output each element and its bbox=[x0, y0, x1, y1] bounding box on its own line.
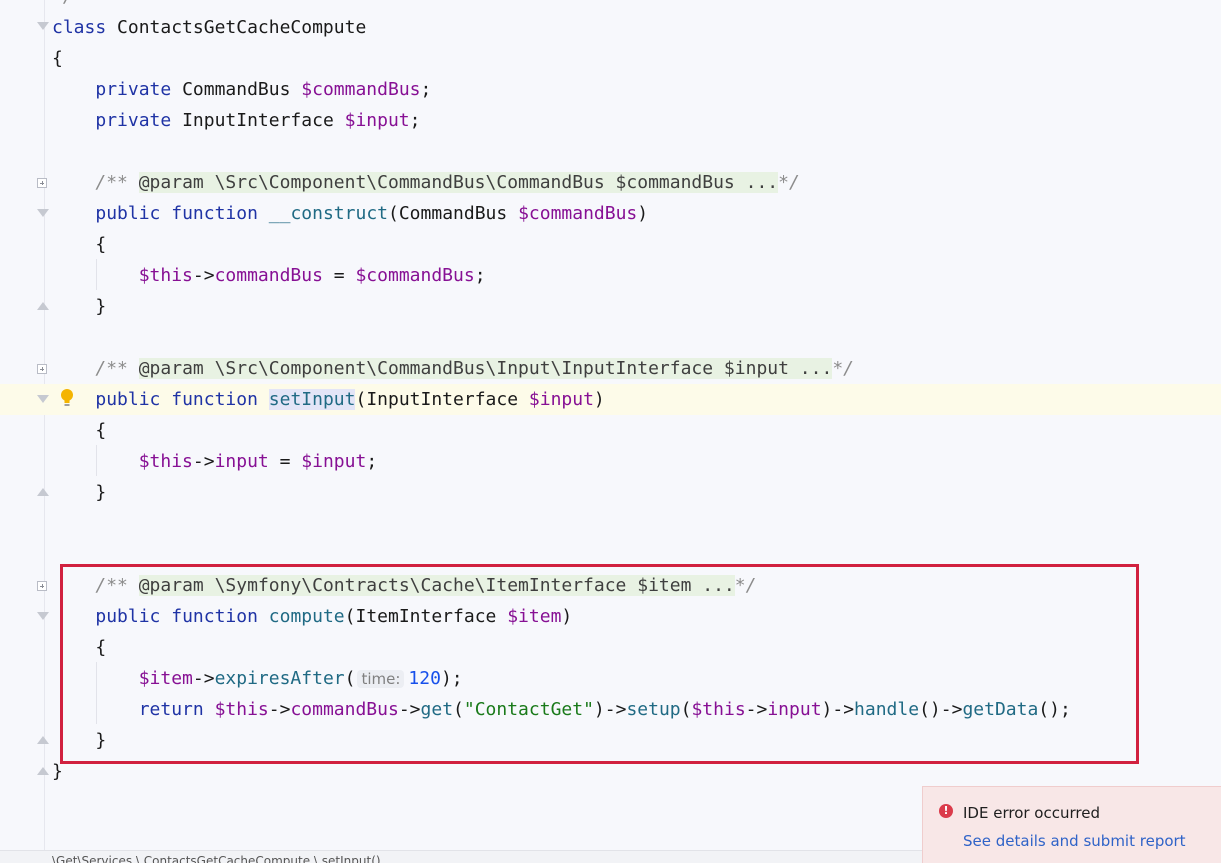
doc-close: */ bbox=[832, 358, 854, 379]
fold-class-icon[interactable] bbox=[37, 22, 49, 30]
code-line[interactable]: } bbox=[52, 291, 106, 322]
class-name: ContactsGetCacheCompute bbox=[117, 17, 367, 38]
code-line[interactable]: { bbox=[52, 415, 106, 446]
doc-tag: @param bbox=[138, 172, 204, 193]
punct: ) bbox=[593, 389, 605, 410]
fold-end-icon[interactable] bbox=[37, 488, 49, 496]
brace: { bbox=[95, 234, 107, 255]
doc-open: /** bbox=[95, 358, 128, 379]
variable: $commandBus bbox=[355, 265, 475, 286]
punct: ; bbox=[474, 265, 486, 286]
function-name: setInput bbox=[268, 389, 356, 410]
doc-close: */ bbox=[778, 172, 800, 193]
keyword: public bbox=[95, 203, 161, 224]
fold-end-icon[interactable] bbox=[37, 736, 49, 744]
code-line[interactable]: */ bbox=[52, 0, 74, 12]
brace: } bbox=[95, 296, 107, 317]
fold-expand-icon[interactable] bbox=[37, 178, 47, 188]
punct: ; bbox=[409, 110, 421, 131]
function-name: __construct bbox=[268, 203, 388, 224]
fold-expand-icon[interactable] bbox=[37, 364, 47, 374]
variable: $input bbox=[528, 389, 594, 410]
punct: ( bbox=[355, 389, 367, 410]
punct: ) bbox=[637, 203, 649, 224]
code-line-docblock[interactable]: /** @param \Src\Component\CommandBus\Inp… bbox=[52, 353, 854, 384]
variable: $this bbox=[138, 265, 193, 286]
brace: } bbox=[95, 482, 107, 503]
code-line-statement[interactable]: $this->input = $input; bbox=[52, 446, 377, 477]
keyword: function bbox=[171, 389, 258, 410]
fold-method-icon[interactable] bbox=[37, 612, 49, 620]
punct: ; bbox=[420, 79, 432, 100]
fold-class-end-icon[interactable] bbox=[37, 767, 49, 775]
punct: ; bbox=[366, 451, 378, 472]
variable: $input bbox=[344, 110, 410, 131]
highlight-annotation-box bbox=[60, 564, 1139, 764]
variable: $this bbox=[138, 451, 193, 472]
code-line-property[interactable]: private CommandBus $commandBus; bbox=[52, 74, 431, 105]
brace: } bbox=[52, 761, 63, 782]
field: input bbox=[214, 451, 269, 472]
field: commandBus bbox=[214, 265, 323, 286]
keyword: private bbox=[95, 79, 172, 100]
keyword: public bbox=[95, 389, 161, 410]
type-name: CommandBus bbox=[182, 79, 291, 100]
punct: = bbox=[322, 265, 356, 286]
brace: { bbox=[95, 420, 107, 441]
error-notification[interactable]: ! IDE error occurred See details and sub… bbox=[922, 786, 1221, 863]
brace: { bbox=[52, 48, 63, 69]
variable: $commandBus bbox=[518, 203, 638, 224]
comment-end: */ bbox=[52, 0, 74, 7]
punct: -> bbox=[192, 265, 215, 286]
punct: -> bbox=[192, 451, 215, 472]
code-line[interactable]: { bbox=[52, 43, 63, 74]
doc-text: @param \Src\Component\CommandBus\Input\I… bbox=[138, 358, 833, 379]
code-line-docblock[interactable]: /** @param \Src\Component\CommandBus\Com… bbox=[52, 167, 800, 198]
type-name: CommandBus bbox=[398, 203, 508, 224]
code-line-class[interactable]: class ContactsGetCacheCompute bbox=[52, 12, 366, 43]
code-line-statement[interactable]: $this->commandBus = $commandBus; bbox=[52, 260, 486, 291]
punct: ( bbox=[388, 203, 399, 224]
notification-title: IDE error occurred bbox=[963, 804, 1100, 822]
fold-end-icon[interactable] bbox=[37, 302, 49, 310]
doc-rest: \Src\Component\CommandBus\Input\InputInt… bbox=[214, 358, 833, 379]
fold-method-icon[interactable] bbox=[37, 209, 49, 217]
doc-text: @param \Src\Component\CommandBus\Command… bbox=[138, 172, 779, 193]
doc-tag: @param bbox=[138, 358, 204, 379]
fold-expand-icon[interactable] bbox=[37, 581, 47, 591]
keyword: function bbox=[171, 203, 258, 224]
variable: $input bbox=[301, 451, 367, 472]
code-line-function[interactable]: public function setInput(InputInterface … bbox=[52, 384, 605, 415]
code-line[interactable]: { bbox=[52, 229, 106, 260]
doc-rest: \Src\Component\CommandBus\CommandBus $co… bbox=[214, 172, 779, 193]
type-name: InputInterface bbox=[366, 389, 519, 410]
code-line-property[interactable]: private InputInterface $input; bbox=[52, 105, 421, 136]
punct: = bbox=[268, 451, 302, 472]
code-line[interactable]: } bbox=[52, 477, 106, 508]
keyword: class bbox=[52, 17, 107, 38]
keyword: private bbox=[95, 110, 172, 131]
doc-open: /** bbox=[95, 172, 128, 193]
submit-report-link[interactable]: See details and submit report bbox=[963, 832, 1186, 850]
fold-method-icon[interactable] bbox=[37, 395, 49, 403]
type-name: InputInterface bbox=[182, 110, 334, 131]
editor-gutter[interactable] bbox=[0, 0, 45, 862]
variable: $commandBus bbox=[301, 79, 421, 100]
error-icon: ! bbox=[939, 804, 953, 818]
code-line-function[interactable]: public function __construct(CommandBus $… bbox=[52, 198, 648, 229]
